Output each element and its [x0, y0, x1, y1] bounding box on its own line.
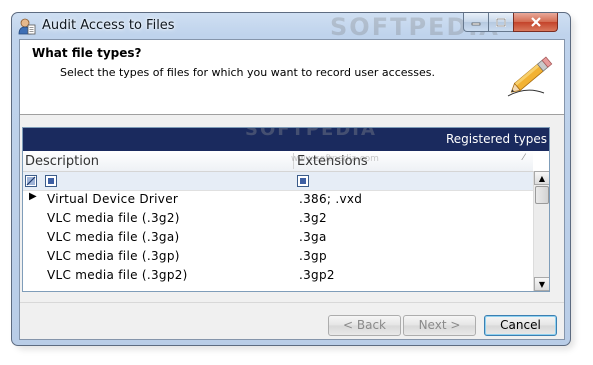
table-row[interactable]: VLC media file (.3gp2) .3gp2 — [23, 266, 533, 285]
row-description: VLC media file (.3gp2) — [47, 268, 188, 282]
minimize-icon — [471, 22, 481, 26]
window-title: Audit Access to Files — [42, 18, 175, 33]
row-extensions: .3gp — [299, 249, 327, 263]
filter-row — [23, 172, 533, 191]
file-types-grid[interactable]: Registered types Description Extensions … — [22, 127, 550, 292]
step-subtitle: Select the types of files for which you … — [60, 66, 435, 79]
close-icon — [530, 17, 541, 27]
title-bar[interactable]: Audit Access to Files SOFTPEDIA — [12, 13, 570, 41]
row-extensions: .3g2 — [299, 211, 327, 225]
back-button[interactable]: < Back — [328, 315, 401, 336]
maximize-button[interactable] — [488, 13, 514, 32]
wizard-header: What file types? Select the types of fil… — [20, 40, 564, 115]
next-button[interactable]: Next > — [403, 315, 476, 336]
watermark-url: www.softpedia.com — [291, 154, 379, 164]
scroll-down-button[interactable]: ▼ — [534, 277, 549, 291]
row-extensions: .3ga — [299, 230, 327, 244]
column-header-row: Description Extensions ⁄ — [23, 151, 533, 172]
close-button[interactable] — [513, 13, 558, 32]
maximize-icon — [496, 17, 506, 27]
wizard-window: Audit Access to Files SOFTPEDIA What fil… — [11, 12, 571, 346]
grid-banner-label: Registered types — [445, 132, 547, 146]
table-row[interactable]: VLC media file (.3ga) .3ga — [23, 228, 533, 247]
row-extensions: .386; .vxd — [299, 192, 363, 206]
row-description: VLC media file (.3g2) — [47, 211, 180, 225]
row-extensions: .3gp2 — [299, 268, 335, 282]
sort-indicator-icon: ⁄ — [523, 153, 525, 163]
cancel-button[interactable]: Cancel — [484, 315, 557, 336]
filter-extensions-icon[interactable] — [297, 175, 309, 187]
app-icon — [18, 18, 36, 35]
scroll-up-icon: ▲ — [538, 174, 546, 183]
table-row[interactable]: ▶ Virtual Device Driver .386; .vxd — [23, 190, 533, 209]
step-title: What file types? — [32, 46, 142, 60]
scroll-down-icon: ▼ — [538, 280, 546, 289]
table-row[interactable]: VLC media file (.3g2) .3g2 — [23, 209, 533, 228]
current-row-indicator-icon: ▶ — [29, 191, 37, 202]
wizard-client-area: What file types? Select the types of fil… — [19, 39, 565, 340]
table-row[interactable]: VLC media file (.3gp) .3gp — [23, 247, 533, 266]
grid-rows: ▶ Virtual Device Driver .386; .vxd VLC m… — [23, 190, 533, 285]
row-description: VLC media file (.3gp) — [47, 249, 180, 263]
filter-clear-icon[interactable] — [25, 175, 37, 187]
filter-description-icon[interactable] — [45, 175, 57, 187]
column-header-description[interactable]: Description — [25, 154, 99, 169]
vertical-scrollbar[interactable]: ▲ ▼ — [533, 171, 549, 291]
scroll-up-button[interactable]: ▲ — [534, 171, 549, 185]
row-description: Virtual Device Driver — [47, 192, 179, 206]
scroll-thumb[interactable] — [535, 186, 549, 204]
row-description: VLC media file (.3ga) — [47, 230, 180, 244]
pencil-icon — [507, 56, 553, 97]
footer-divider — [20, 302, 564, 303]
minimize-button[interactable] — [463, 13, 489, 32]
watermark-middle: SOFTPEDIA — [245, 127, 377, 140]
